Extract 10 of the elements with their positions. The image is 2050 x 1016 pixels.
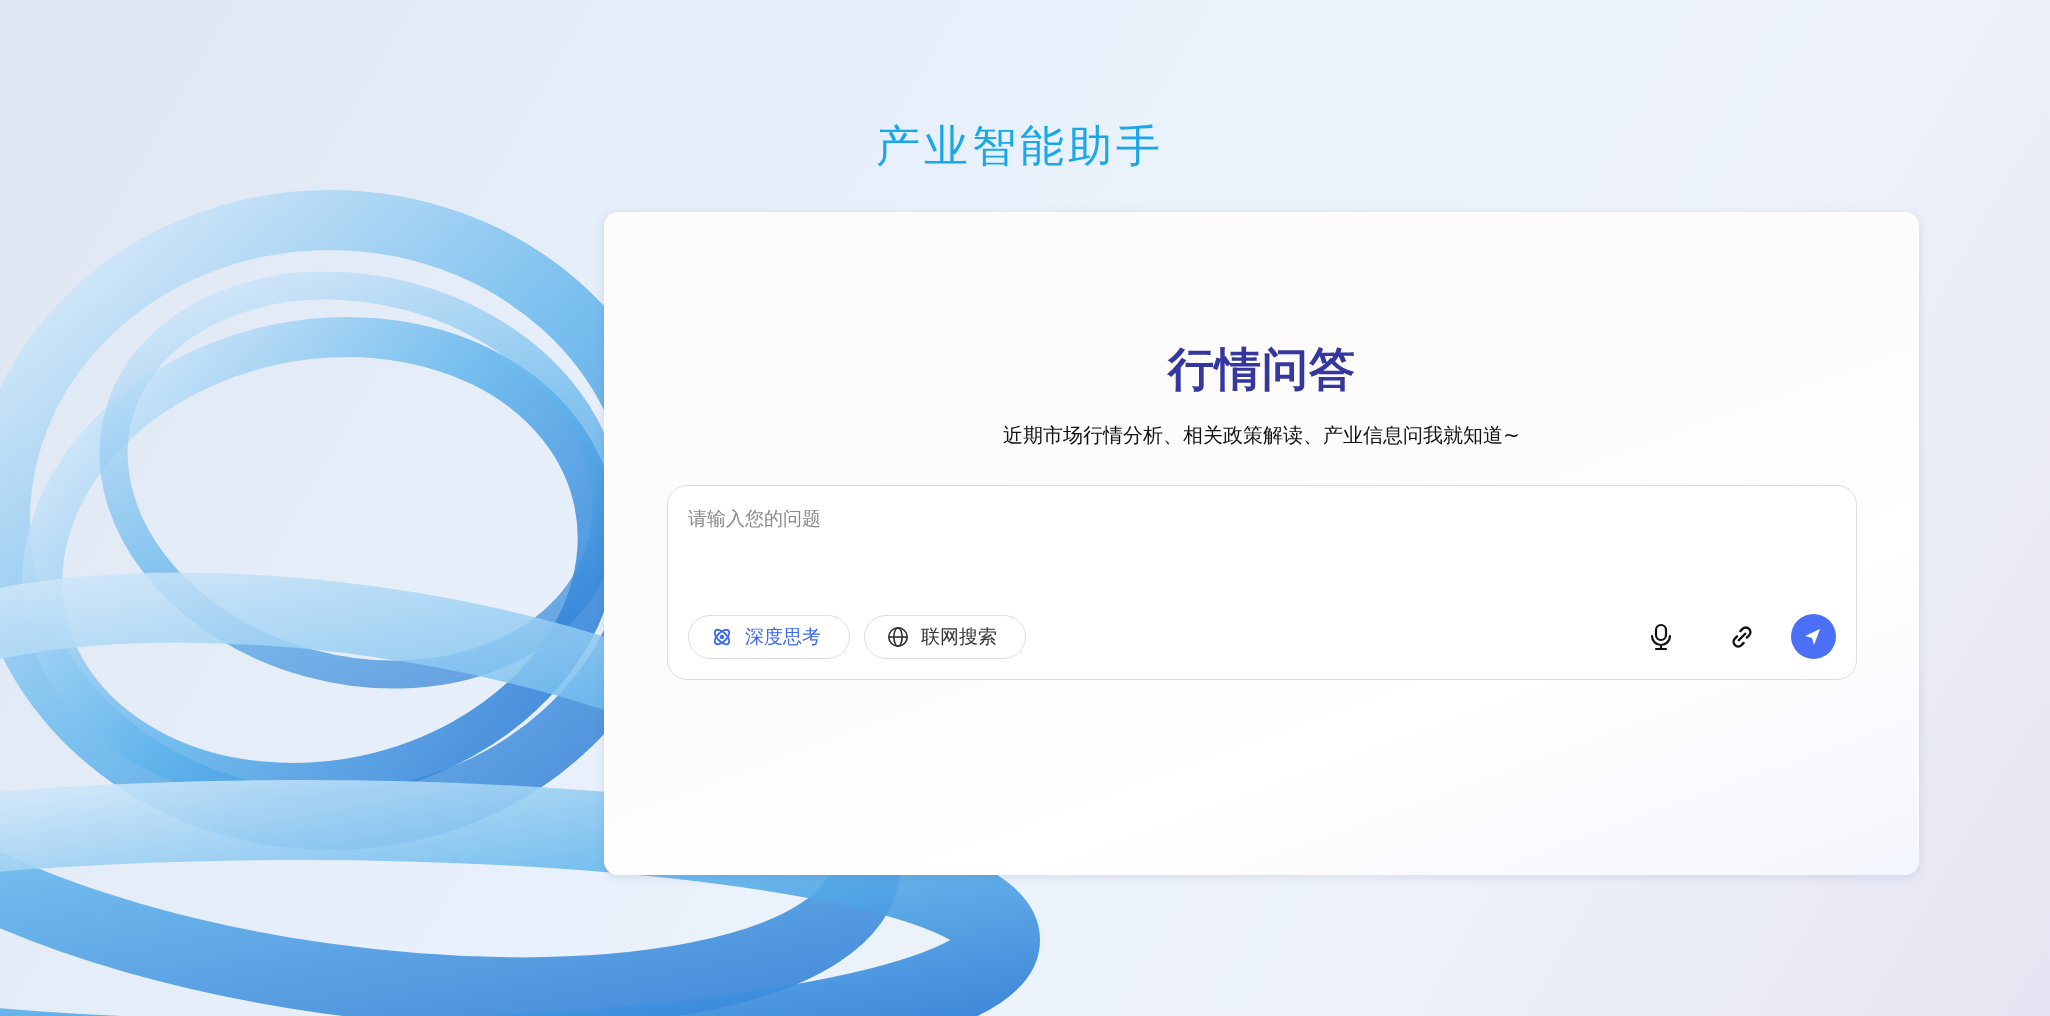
toggle-chip[interactable]: 深度思考 — [687, 614, 850, 659]
app-title: 产业智能助手 — [876, 119, 1164, 173]
microphone-icon[interactable] — [1648, 622, 1673, 651]
toggle-chip[interactable]: 联网搜索 — [863, 614, 1026, 659]
send-icon — [1803, 626, 1823, 647]
send-button[interactable] — [1790, 614, 1836, 659]
globe-icon — [886, 625, 909, 648]
card-subtitle: 近期市场行情分析、相关政策解读、产业信息问我就知道~ — [1003, 422, 1520, 449]
question-input-field[interactable]: 请输入您的问题 深度思考 联网搜索 — [666, 485, 1857, 680]
card-title: 行情问答 — [1167, 341, 1356, 398]
